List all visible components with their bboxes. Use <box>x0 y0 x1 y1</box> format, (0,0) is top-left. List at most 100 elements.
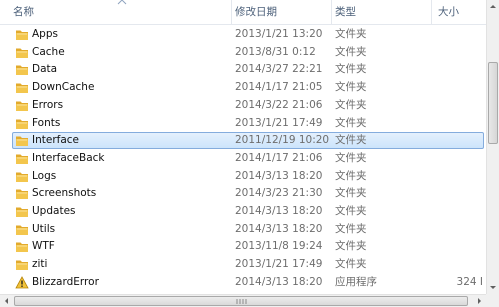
column-header-size[interactable]: 大小 <box>431 0 486 24</box>
file-row[interactable]: Updates 2014/3/13 18:20 文件夹 <box>12 203 484 220</box>
file-row[interactable]: DownCache 2014/1/17 21:05 文件夹 <box>12 79 484 96</box>
file-name: Screenshots <box>32 187 97 200</box>
file-name: InterfaceBack <box>32 151 105 164</box>
file-name: ziti <box>32 258 48 271</box>
folder-icon <box>16 30 28 40</box>
scroll-right-icon[interactable] <box>473 295 486 307</box>
folder-icon <box>16 119 28 129</box>
file-size <box>431 151 483 166</box>
file-name: Cache <box>32 45 65 58</box>
file-name: Errors <box>32 98 64 111</box>
file-modified-date: 2013/1/21 17:49 <box>235 258 323 271</box>
folder-icon <box>16 154 28 164</box>
file-size <box>431 80 483 95</box>
file-type: 文件夹 <box>335 63 367 76</box>
folder-icon <box>16 207 28 217</box>
file-row[interactable]: Interface 2011/12/19 10:20 文件夹 <box>12 132 484 150</box>
column-header-type[interactable]: 类型 <box>331 0 431 24</box>
file-size <box>431 186 483 201</box>
file-type: 文件夹 <box>335 205 367 217</box>
file-modified-date: 2011/12/19 10:20 <box>235 134 330 147</box>
file-type: 文件夹 <box>335 187 367 200</box>
file-size <box>431 222 483 237</box>
file-modified-date: 2014/3/13 18:20 <box>235 275 323 288</box>
file-name: Utils <box>32 222 56 235</box>
file-name: Logs <box>32 169 57 182</box>
column-header-date[interactable]: 修改日期 <box>231 0 331 24</box>
file-name: DownCache <box>32 81 95 94</box>
folder-icon <box>16 260 28 271</box>
file-name: WTF <box>32 240 55 253</box>
file-type: 文件夹 <box>335 151 367 164</box>
file-type: 文件夹 <box>335 98 367 111</box>
folder-icon <box>16 65 28 76</box>
file-row[interactable]: WTF 2013/11/8 19:24 文件夹 <box>12 238 484 255</box>
folder-icon <box>16 225 28 235</box>
file-row[interactable]: ziti 2013/1/21 17:49 文件夹 <box>12 256 484 273</box>
vertical-scrollbar[interactable] <box>486 0 499 294</box>
file-type: 文件夹 <box>335 169 367 182</box>
file-size <box>431 27 483 42</box>
column-header-name[interactable]: 名称 <box>10 0 230 24</box>
folder-icon <box>16 189 28 200</box>
file-type: 文件夹 <box>335 134 367 147</box>
file-row[interactable]: Utils 2014/3/13 18:20 文件夹 <box>12 221 484 238</box>
file-modified-date: 2014/1/17 21:05 <box>235 81 323 94</box>
file-size <box>431 133 483 148</box>
file-row[interactable]: Data 2014/3/27 22:21 文件夹 <box>12 61 484 78</box>
file-type: 文件夹 <box>335 222 367 235</box>
file-name: BlizzardError <box>32 275 99 288</box>
file-name: Data <box>32 63 58 76</box>
file-modified-date: 2013/8/31 0:12 <box>235 45 316 58</box>
file-row[interactable]: Cache 2013/8/31 0:12 文件夹 <box>12 44 484 61</box>
file-modified-date: 2013/1/21 13:20 <box>235 28 323 40</box>
horizontal-scroll-thumb[interactable] <box>14 296 468 306</box>
file-row[interactable]: Logs 2014/3/13 18:20 文件夹 <box>12 168 484 185</box>
file-type: 文件夹 <box>335 258 367 271</box>
file-modified-date: 2014/3/13 18:20 <box>235 169 323 182</box>
file-row[interactable]: Apps 2013/1/21 13:20 文件夹 <box>12 26 484 43</box>
folder-icon <box>16 48 28 58</box>
file-modified-date: 2014/3/27 22:21 <box>235 63 323 76</box>
folder-icon <box>16 172 28 182</box>
scroll-grip-icon <box>236 299 247 304</box>
file-row[interactable]: InterfaceBack 2014/1/17 21:06 文件夹 <box>12 150 484 167</box>
file-modified-date: 2013/11/8 19:24 <box>235 240 323 253</box>
file-modified-date: 2014/3/13 18:20 <box>235 222 323 235</box>
vertical-scroll-thumb[interactable] <box>488 62 498 144</box>
file-size <box>431 239 483 254</box>
file-type: 文件夹 <box>335 116 367 129</box>
file-modified-date: 2014/3/13 18:20 <box>235 205 323 217</box>
file-row[interactable]: BlizzardError 2014/3/13 18:20 应用程序 324 I <box>12 274 484 291</box>
file-modified-date: 2014/1/17 21:06 <box>235 151 323 164</box>
file-type: 文件夹 <box>335 45 367 58</box>
file-type: 文件夹 <box>335 240 367 253</box>
folder-icon <box>16 242 28 253</box>
scroll-down-icon[interactable] <box>487 281 499 294</box>
file-size <box>431 116 483 131</box>
scrollbar-corner <box>486 294 499 307</box>
file-modified-date: 2014/3/22 21:06 <box>235 98 323 111</box>
file-size <box>431 204 483 219</box>
file-size <box>431 98 483 113</box>
file-row[interactable]: Errors 2014/3/22 21:06 文件夹 <box>12 97 484 114</box>
file-size <box>431 45 483 60</box>
file-row[interactable]: Fonts 2013/1/21 17:49 文件夹 <box>12 115 484 132</box>
file-row[interactable]: Screenshots 2014/3/23 21:30 文件夹 <box>12 185 484 202</box>
horizontal-scrollbar[interactable] <box>0 294 486 307</box>
file-modified-date: 2013/1/21 17:49 <box>235 116 323 129</box>
column-header-bar: 名称 修改日期 类型 大小 <box>0 0 486 25</box>
file-name: Interface <box>32 134 80 147</box>
file-name: Apps <box>32 28 58 40</box>
file-name: Fonts <box>32 116 61 129</box>
file-size <box>431 169 483 184</box>
warning-app-icon <box>15 275 29 289</box>
file-size <box>431 257 483 272</box>
scroll-left-icon[interactable] <box>0 295 13 307</box>
folder-icon <box>16 136 28 147</box>
file-type: 文件夹 <box>335 28 367 40</box>
file-modified-date: 2014/3/23 21:30 <box>235 187 323 200</box>
folder-icon <box>16 83 28 94</box>
scroll-up-icon[interactable] <box>487 0 499 13</box>
file-list: Apps 2013/1/21 13:20 文件夹 Cache 2013/8/31 0:1… <box>0 26 486 294</box>
